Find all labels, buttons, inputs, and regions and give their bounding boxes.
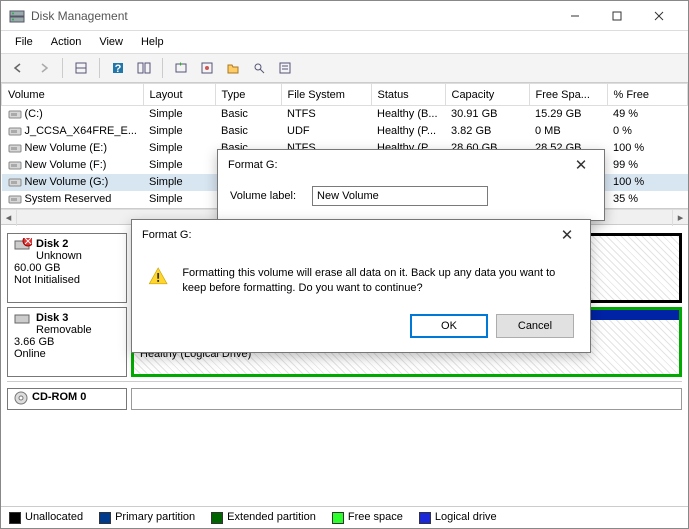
volume-label-label: Volume label: [230, 190, 296, 202]
drive-icon [8, 176, 22, 188]
table-row[interactable]: (C:)SimpleBasicNTFSHealthy (B...30.91 GB… [2, 106, 688, 123]
dialog2-close-icon[interactable]: ✕ [554, 226, 580, 244]
disk-size: 60.00 GB [14, 262, 120, 274]
legend-free: Free space [332, 511, 403, 523]
dialog2-titlebar[interactable]: Format G: ✕ [132, 220, 590, 250]
legend-extended: Extended partition [211, 511, 316, 523]
disk-status: Online [14, 348, 120, 360]
cdrom-partition[interactable] [131, 388, 682, 410]
app-icon [9, 8, 25, 24]
menu-file[interactable]: File [7, 34, 41, 50]
toolbar: ? [1, 53, 688, 83]
rescan-button[interactable] [196, 57, 218, 79]
menubar: File Action View Help [1, 31, 688, 53]
properties-button[interactable] [274, 57, 296, 79]
legend: Unallocated Primary partition Extended p… [1, 506, 688, 528]
legend-logical: Logical drive [419, 511, 497, 523]
cancel-button[interactable]: Cancel [496, 314, 574, 338]
disk2-header[interactable]: Disk 2 Unknown 60.00 GB Not Initialised [7, 233, 127, 303]
col-volume[interactable]: Volume [2, 84, 144, 106]
scroll-right-icon[interactable]: ▸ [672, 210, 688, 226]
legend-unallocated: Unallocated [9, 511, 83, 523]
drive-icon [8, 142, 22, 154]
view-button[interactable] [70, 57, 92, 79]
ok-button[interactable]: OK [410, 314, 488, 338]
legend-primary: Primary partition [99, 511, 195, 523]
dialog1-close-icon[interactable]: ✕ [568, 156, 594, 174]
disk-size: 3.66 GB [14, 336, 120, 348]
drive-icon [8, 125, 22, 137]
svg-text:?: ? [115, 63, 122, 75]
drive-icon [8, 193, 22, 205]
dialog2-title: Format G: [142, 229, 192, 241]
menu-view[interactable]: View [91, 34, 131, 50]
format-volume-dialog: Format G: ✕ Volume label: [217, 149, 605, 221]
col-capacity[interactable]: Capacity [445, 84, 529, 106]
forward-button[interactable] [33, 57, 55, 79]
minimize-button[interactable] [554, 2, 596, 30]
drive-icon [8, 159, 22, 171]
volume-label-input[interactable] [312, 186, 488, 206]
cdrom-row: CD-ROM 0 [7, 381, 682, 410]
col-fs[interactable]: File System [281, 84, 371, 106]
col-free[interactable]: Free Spa... [529, 84, 607, 106]
table-row[interactable]: J_CCSA_X64FRE_E...SimpleBasicUDFHealthy … [2, 123, 688, 140]
window-title: Disk Management [31, 9, 554, 23]
layout-button[interactable] [133, 57, 155, 79]
disk-status: Not Initialised [14, 274, 120, 286]
confirm-message: Formatting this volume will erase all da… [182, 266, 574, 298]
refresh-button[interactable] [170, 57, 192, 79]
titlebar: Disk Management [1, 1, 688, 31]
back-button[interactable] [7, 57, 29, 79]
dialog1-titlebar[interactable]: Format G: ✕ [218, 150, 604, 180]
drive-icon [8, 108, 22, 120]
scroll-left-icon[interactable]: ◂ [1, 210, 17, 226]
col-pct[interactable]: % Free [607, 84, 688, 106]
format-confirm-dialog: Format G: ✕ Formatting this volume will … [131, 219, 591, 353]
cdrom-header[interactable]: CD-ROM 0 [7, 388, 127, 410]
cdrom-name: CD-ROM 0 [32, 391, 86, 403]
menu-action[interactable]: Action [43, 34, 90, 50]
dialog1-title: Format G: [228, 159, 278, 171]
menu-help[interactable]: Help [133, 34, 172, 50]
close-button[interactable] [638, 2, 680, 30]
col-layout[interactable]: Layout [143, 84, 215, 106]
col-type[interactable]: Type [215, 84, 281, 106]
search-disk-button[interactable] [248, 57, 270, 79]
col-status[interactable]: Status [371, 84, 445, 106]
warning-icon [148, 266, 168, 298]
help-button[interactable]: ? [107, 57, 129, 79]
disk3-header[interactable]: Disk 3 Removable 3.66 GB Online [7, 307, 127, 377]
maximize-button[interactable] [596, 2, 638, 30]
open-folder-button[interactable] [222, 57, 244, 79]
